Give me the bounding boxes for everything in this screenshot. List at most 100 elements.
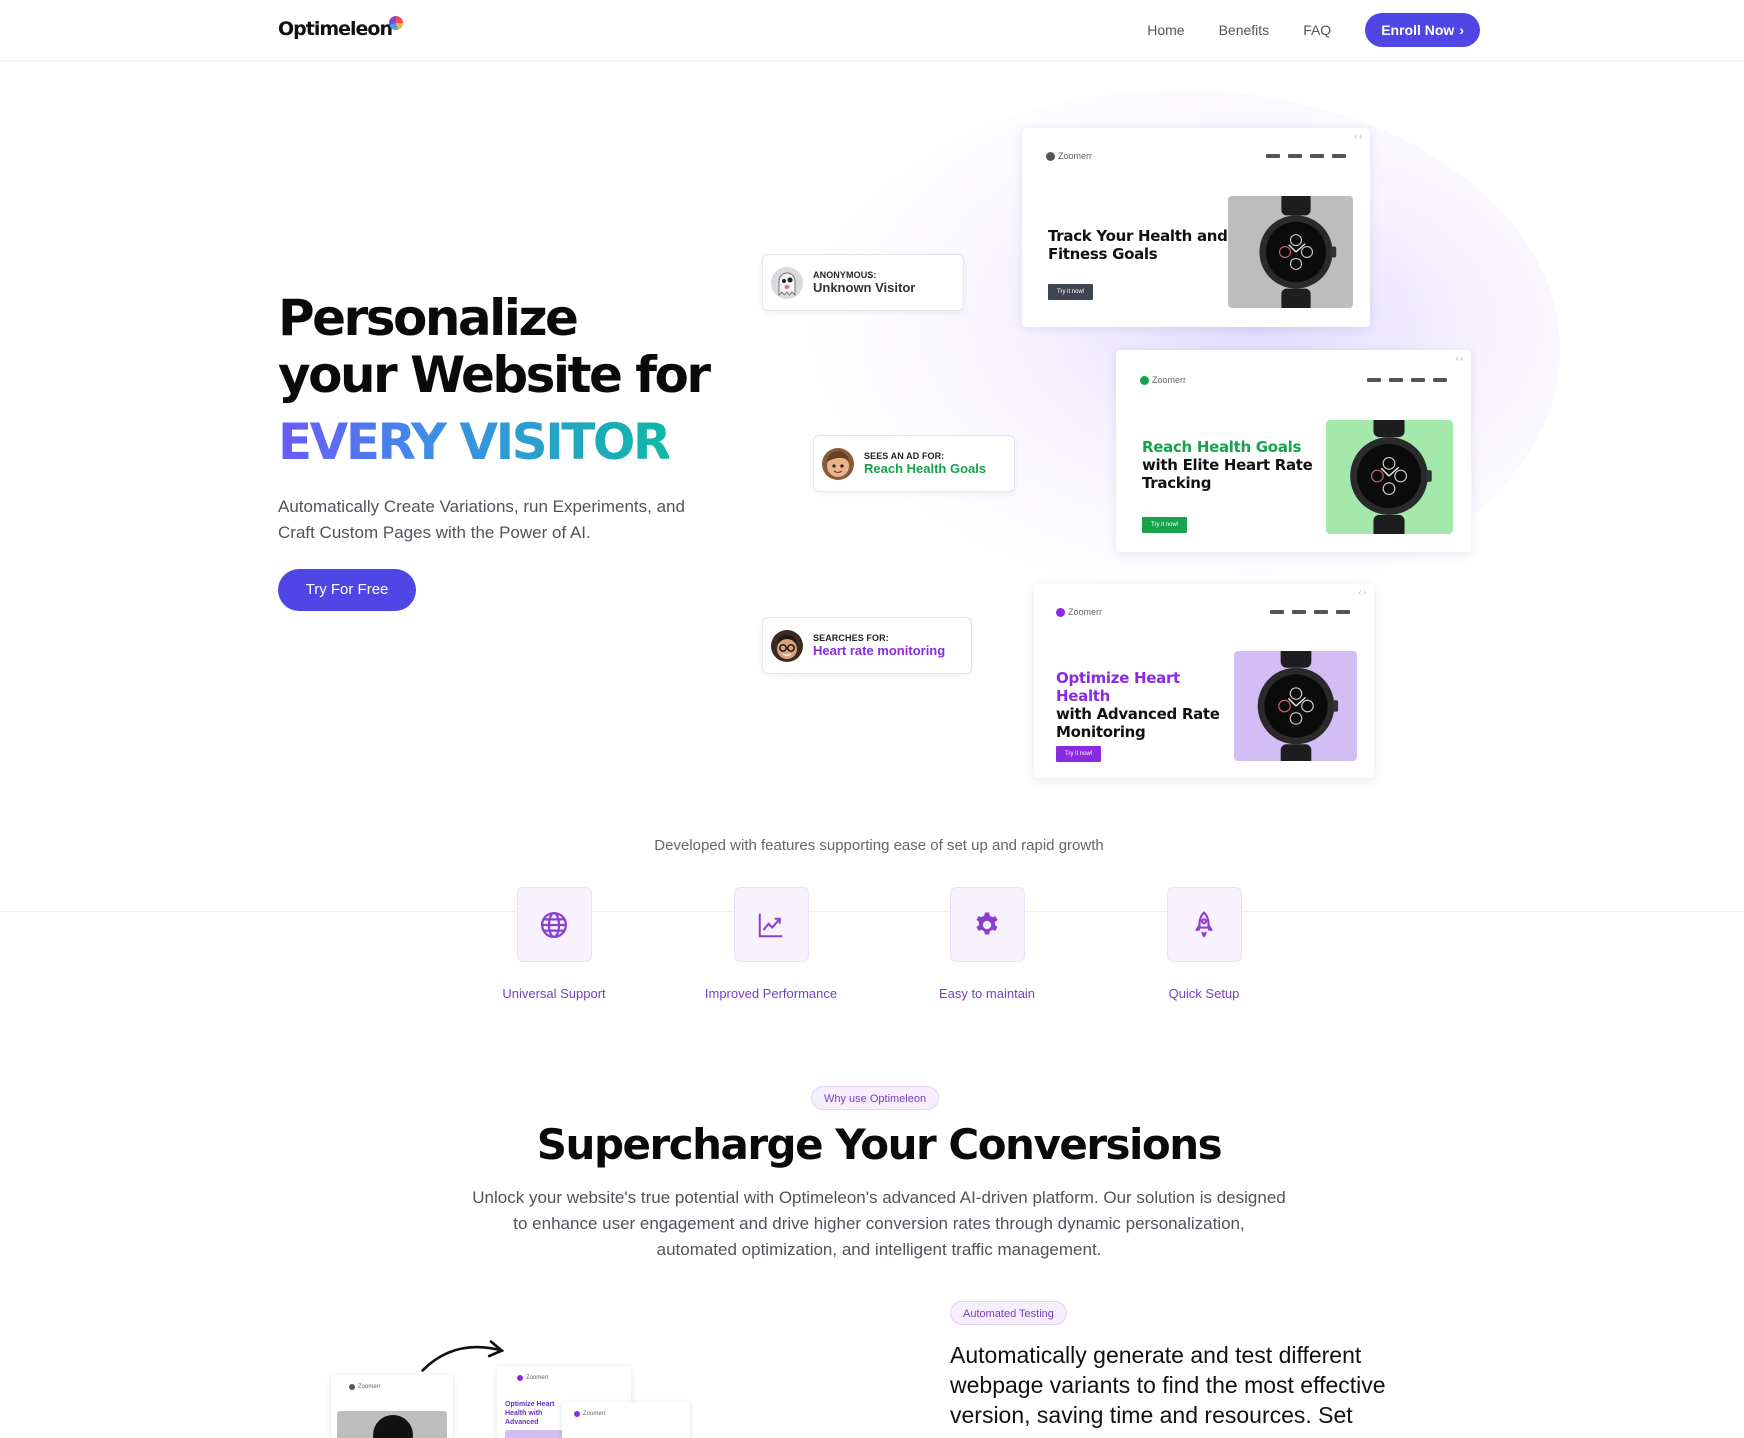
mock-logo-icon: [1140, 375, 1149, 385]
variant-mock-default: ‹ › Zoomerr Track Your Health and Fitnes…: [1022, 128, 1370, 327]
mock-heading: Reach Health Goals with Elite Heart Rate…: [1142, 438, 1317, 492]
mock-navbar: Zoomerr: [1140, 374, 1447, 386]
visitor-card-anonymous: ANONYMOUS: Unknown Visitor: [762, 254, 964, 311]
nav-link-home[interactable]: Home: [1147, 22, 1184, 38]
mini-navbar: Zoomerr: [574, 1411, 606, 1417]
mock-logo-icon: [1046, 151, 1055, 161]
mock-navbar: Zoomerr: [1046, 150, 1346, 162]
main-nav: Home Benefits FAQ Enroll Now ›: [1113, 13, 1480, 47]
browser-dots-icon: ‹ ›: [1455, 354, 1463, 363]
mini-brand: Zoomerr: [526, 1375, 549, 1381]
mock-heading: Optimize Heart Health with Advanced Rate…: [1056, 669, 1236, 741]
brand-logo[interactable]: Optimeleon: [278, 16, 404, 40]
smartwatch-image: [1259, 196, 1337, 308]
nav-link-faq[interactable]: FAQ: [1303, 22, 1331, 38]
rocket-icon: [1195, 910, 1213, 937]
mini-brand: Zoomerr: [358, 1384, 381, 1390]
feature-label: Easy to maintain: [938, 986, 1036, 1001]
visitor-text: SEES AN AD FOR: Reach Health Goals: [864, 451, 986, 477]
mock-try-button: Try it now!: [1056, 746, 1102, 762]
mini-navbar: Zoomerr: [517, 1375, 549, 1381]
mock-menu: [1367, 378, 1447, 382]
mini-logo-icon: [349, 1384, 355, 1390]
browser-dots-icon: ‹ ›: [1354, 132, 1362, 141]
variant-mock-ad: ‹ › Zoomerr Reach Health Goals with Elit…: [1116, 350, 1471, 552]
mini-brand: Zoomerr: [583, 1411, 606, 1417]
mock-heading-text: with Elite Heart Rate Tracking: [1142, 456, 1313, 492]
mock-brand: Zoomerr: [1152, 375, 1187, 385]
site-header: Optimeleon Home Benefits FAQ Enroll Now …: [0, 0, 1744, 61]
mock-heading-text: Track Your Health and Fitness Goals: [1048, 227, 1228, 263]
visitor-value: Reach Health Goals: [864, 460, 987, 476]
visitor-value: Unknown Visitor: [813, 279, 916, 295]
visitor-value: Heart rate monitoring: [813, 642, 946, 658]
mini-navbar: Zoomerr: [349, 1384, 381, 1390]
mock-heading-highlight: Reach Health Goals: [1142, 438, 1302, 456]
brand-name: Optimeleon: [278, 18, 393, 40]
mini-product-image: [337, 1411, 447, 1438]
visitor-text: SEARCHES FOR: Heart rate monitoring: [813, 633, 945, 659]
globe-icon: [541, 911, 567, 938]
mock-menu: [1270, 610, 1350, 614]
mock-brand: Zoomerr: [1058, 151, 1093, 161]
section-title: Supercharge Your Conversions: [536, 1120, 1223, 1169]
mini-logo-icon: [574, 1411, 580, 1417]
mock-heading-text: with Advanced Rate Monitoring: [1056, 705, 1220, 741]
mock-heading-highlight: Optimize Heart Health: [1056, 669, 1180, 705]
feature-improved-performance: Improved Performance: [681, 887, 861, 1001]
feature-universal-support: Universal Support: [464, 887, 644, 1001]
mock-product-image: [1228, 196, 1353, 308]
features-divider: [0, 911, 1744, 912]
visitor-text: ANONYMOUS: Unknown Visitor: [813, 270, 915, 296]
gear-icon: [976, 912, 998, 934]
feature-icon-box: [949, 887, 1025, 962]
features-intro: Developed with features supporting ease …: [654, 837, 1104, 854]
mini-logo-icon: [517, 1375, 523, 1381]
mock-try-button: Try it now!: [1048, 284, 1094, 300]
feature-easy-to-maintain: Easy to maintain: [897, 887, 1077, 1001]
hero-title-line-1: Personalize: [278, 289, 579, 347]
variant-mock-search: ‹ › Zoomerr Optimize Heart Health with A…: [1034, 584, 1374, 778]
hero-title-line-2: your Website for: [278, 346, 711, 404]
nav-link-benefits[interactable]: Benefits: [1219, 22, 1270, 38]
visitor-label: SEARCHES FOR:: [813, 632, 889, 643]
chart-line-icon: [758, 913, 783, 937]
feature-quick-setup: Quick Setup: [1114, 887, 1294, 1001]
enroll-now-label: Enroll Now: [1381, 22, 1455, 38]
mock-navbar: Zoomerr: [1056, 606, 1350, 618]
smartwatch-image: [1350, 420, 1432, 534]
face-avatar-icon: [822, 447, 854, 480]
mock-menu: [1266, 154, 1346, 158]
mini-mock-default: Zoomerr: [331, 1375, 453, 1438]
ghost-avatar-icon: [771, 266, 803, 299]
feature-icon-box: [733, 887, 809, 962]
feature-label: Improved Performance: [704, 986, 838, 1001]
section-subtitle: Unlock your website's true potential wit…: [472, 1188, 1286, 1259]
why-pill: Why use Optimeleon: [811, 1086, 940, 1110]
hero-subtitle: Automatically Create Variations, run Exp…: [278, 497, 685, 542]
mock-logo-icon: [1056, 607, 1065, 617]
chevron-right-icon: ›: [1459, 22, 1464, 38]
automated-testing-pill: Automated Testing: [950, 1301, 1067, 1325]
visitor-card-search: SEARCHES FOR: Heart rate monitoring: [762, 617, 972, 674]
feature-label: Universal Support: [502, 986, 606, 1001]
mock-heading: Track Your Health and Fitness Goals: [1048, 227, 1233, 263]
visitor-card-ad: SEES AN AD FOR: Reach Health Goals: [813, 435, 1015, 492]
hero-title-gradient: EVERY VISITOR: [278, 413, 671, 471]
automated-testing-text: Automatically generate and test differen…: [950, 1342, 1386, 1428]
feature-icon-box: [516, 887, 592, 962]
enroll-now-button[interactable]: Enroll Now ›: [1365, 13, 1480, 47]
mock-product-image: [1326, 420, 1453, 534]
visitor-label: SEES AN AD FOR:: [864, 450, 945, 461]
mini-watch-image: [373, 1415, 413, 1438]
try-for-free-button[interactable]: Try For Free: [278, 569, 416, 611]
glasses-avatar-icon: [771, 629, 803, 662]
mock-try-button: Try it now!: [1142, 517, 1188, 533]
feature-label: Quick Setup: [1168, 986, 1240, 1001]
logo-mark-icon: [389, 16, 404, 30]
smartwatch-image: [1257, 651, 1339, 761]
hero-title: Personalize your Website for: [278, 289, 711, 404]
mock-brand: Zoomerr: [1068, 607, 1103, 617]
browser-dots-icon: ‹ ›: [1358, 588, 1366, 597]
mock-product-image: [1234, 651, 1357, 761]
